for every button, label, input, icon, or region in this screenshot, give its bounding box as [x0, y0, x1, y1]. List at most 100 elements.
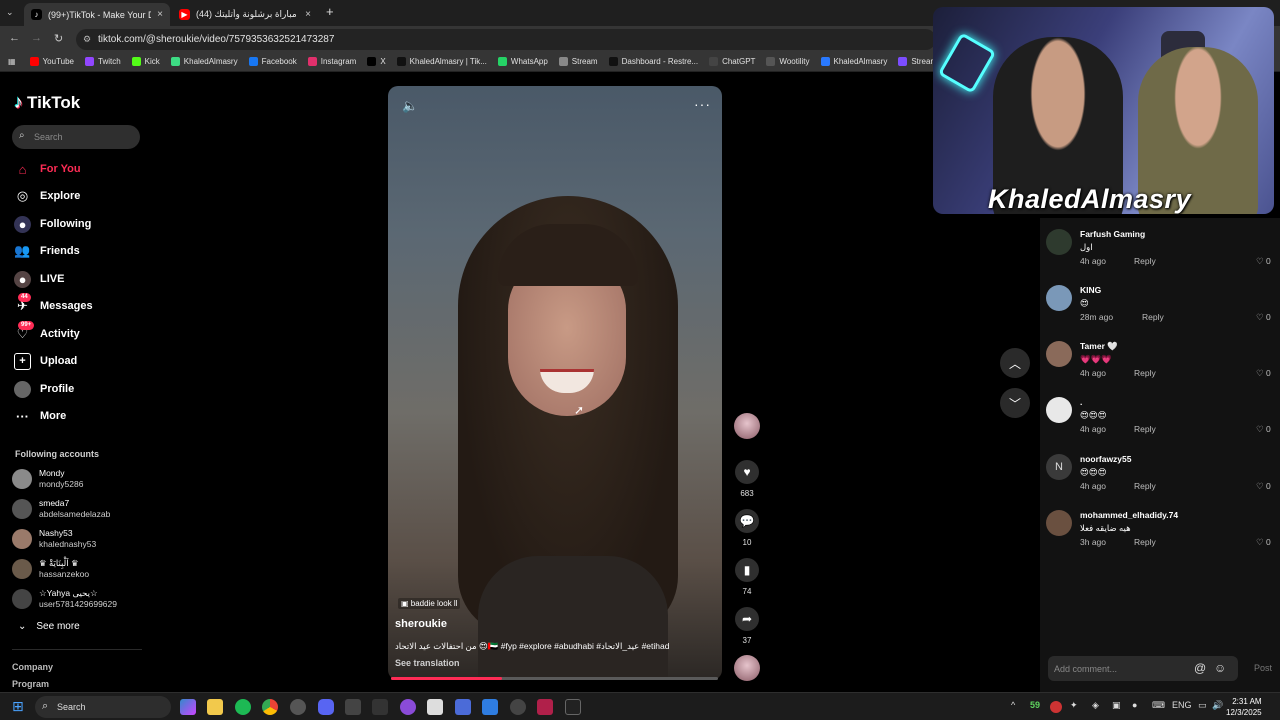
close-icon[interactable]: × — [305, 9, 311, 20]
back-icon[interactable]: ← — [9, 32, 20, 44]
video-sticker-tag[interactable]: ▣ baddie look ll — [398, 598, 461, 609]
reply-button[interactable]: Reply — [1134, 481, 1156, 491]
nav-messages[interactable]: ✈ 44 Messages — [14, 292, 93, 316]
share-button[interactable]: ➦ 37 — [733, 607, 761, 645]
apps-grid-icon[interactable]: ▦ — [8, 57, 16, 66]
nav-explore[interactable]: ◎ Explore — [14, 186, 81, 206]
post-button[interactable]: Post — [1254, 663, 1272, 673]
save-button[interactable]: ▮ 74 — [733, 558, 761, 596]
bookmark-item[interactable]: KhaledAlmasry | Tik... — [396, 57, 487, 66]
footer-link-program[interactable]: Program — [12, 679, 49, 689]
comment-like-button[interactable]: ♡ 0 — [1256, 368, 1271, 379]
forward-icon[interactable]: → — [31, 32, 42, 44]
bookmark-item[interactable]: Kick — [131, 57, 160, 66]
nav-live[interactable]: ● LIVE — [14, 269, 64, 289]
reply-button[interactable]: Reply — [1134, 368, 1156, 378]
store-icon[interactable] — [427, 699, 443, 715]
bookmark-item[interactable]: KhaledAlmasry — [820, 57, 887, 66]
tray-expand-icon[interactable]: ^ — [1011, 700, 1015, 710]
site-info-icon[interactable]: ⚙ — [83, 34, 91, 45]
new-tab-button[interactable]: + — [326, 4, 334, 19]
nav-activity[interactable]: ♡ 99+ Activity — [14, 320, 80, 344]
nav-following[interactable]: ● Following — [14, 214, 91, 234]
search-input[interactable]: ⌕ Search — [12, 125, 140, 149]
bookmark-item[interactable]: Stream — [558, 57, 598, 66]
footer-link-company[interactable]: Company — [12, 662, 53, 672]
settings-icon[interactable] — [290, 699, 306, 715]
app-icon[interactable] — [565, 699, 581, 715]
more-options-icon[interactable]: ··· — [694, 96, 711, 112]
temperature-readout[interactable]: 59 — [1030, 700, 1040, 710]
app-icon[interactable] — [510, 699, 526, 715]
comment-author[interactable]: Farfush Gaming — [1080, 229, 1145, 239]
spotify-icon[interactable] — [235, 699, 251, 715]
reload-icon[interactable]: ↻ — [54, 32, 63, 45]
app-icon[interactable] — [400, 699, 416, 715]
bookmark-item[interactable]: Twitch — [85, 57, 121, 66]
sound-avatar[interactable] — [734, 655, 760, 681]
gaming-icon[interactable] — [455, 699, 471, 715]
volume-icon[interactable]: 🔊 — [1212, 700, 1223, 711]
avatar[interactable]: N — [1046, 454, 1072, 480]
discord-icon[interactable] — [318, 699, 334, 715]
like-button[interactable]: ♥ 683 — [733, 460, 761, 498]
following-account[interactable]: ♛ اَلْبِنَايَةْ ♛ hassanzekoo — [12, 556, 89, 582]
url-bar[interactable]: ⚙ tiktok.com/@sheroukie/video/7579353632… — [76, 29, 936, 50]
comment-author[interactable]: noorfawzy55 — [1080, 454, 1132, 464]
app-icon[interactable] — [537, 699, 553, 715]
tray-app-icon[interactable]: ▣ — [1112, 700, 1121, 711]
avatar[interactable] — [1046, 341, 1072, 367]
previous-video-button[interactable]: ︿ — [1000, 348, 1030, 378]
tray-app-icon[interactable]: ✦ — [1070, 700, 1078, 711]
tray-app-icon[interactable] — [1050, 701, 1062, 713]
following-account[interactable]: Nashy53 khalednashy53 — [12, 526, 96, 552]
comment-button[interactable]: 💬 10 — [733, 509, 761, 547]
bookmark-item[interactable]: Facebook — [248, 57, 297, 66]
bookmark-item[interactable]: KhaledAlmasry — [170, 57, 238, 66]
add-comment-input[interactable]: Add comment... @ ☺ — [1048, 656, 1238, 681]
nav-profile[interactable]: Profile — [14, 379, 74, 399]
reply-button[interactable]: Reply — [1134, 424, 1156, 434]
bookmark-item[interactable]: ChatGPT — [709, 57, 755, 66]
copilot-icon[interactable] — [180, 699, 196, 715]
avatar[interactable] — [1046, 229, 1072, 255]
app-icon[interactable] — [372, 699, 388, 715]
see-more-button[interactable]: ⌄ See more — [18, 621, 80, 632]
tab-tiktok[interactable]: ♪ (99+)TikTok - Make Your Day × — [24, 3, 170, 26]
chrome-icon[interactable] — [262, 699, 278, 715]
comment-author[interactable]: mohammed_elhadidy.74 — [1080, 510, 1178, 520]
volume-icon[interactable]: 🔈 — [402, 98, 418, 114]
see-translation-link[interactable]: See translation — [395, 658, 460, 668]
reply-button[interactable]: Reply — [1134, 256, 1156, 266]
language-indicator[interactable]: ENG — [1172, 700, 1192, 710]
bookmark-item[interactable]: Dashboard - Restre... — [608, 57, 698, 66]
comment-like-button[interactable]: ♡ 0 — [1256, 424, 1271, 435]
avatar[interactable] — [1046, 285, 1072, 311]
creator-avatar[interactable] — [734, 413, 760, 439]
video-progress-bar[interactable] — [391, 677, 718, 680]
comment-author[interactable]: KING — [1080, 285, 1101, 295]
tray-app-icon[interactable]: ◈ — [1092, 700, 1099, 711]
tab-youtube[interactable]: ▶ (44) ملخص مباراة برشلونة وأتليتك × — [172, 3, 318, 26]
avatar[interactable] — [1046, 397, 1072, 423]
following-account[interactable]: Mondy mondy5286 — [12, 466, 83, 492]
system-clock[interactable]: 2:31 AM 12/3/2025 — [1226, 696, 1262, 718]
next-video-button[interactable]: ﹀ — [1000, 388, 1030, 418]
nav-friends[interactable]: 👥 Friends — [14, 241, 79, 261]
following-account[interactable]: smeda7 abdelsamedelazab — [12, 496, 110, 522]
reply-button[interactable]: Reply — [1142, 312, 1164, 322]
bookmark-item[interactable]: Wootility — [766, 57, 810, 66]
comment-like-button[interactable]: ♡ 0 — [1256, 312, 1271, 323]
bookmark-item[interactable]: Instagram — [307, 57, 356, 66]
avatar[interactable] — [1046, 510, 1072, 536]
mention-icon[interactable]: @ — [1194, 661, 1206, 675]
comment-like-button[interactable]: ♡ 0 — [1256, 537, 1271, 548]
tiktok-logo[interactable]: ♪ TikTok — [14, 92, 80, 113]
file-explorer-icon[interactable] — [207, 699, 223, 715]
video-player[interactable] — [388, 86, 722, 680]
comment-author[interactable]: . — [1080, 397, 1082, 407]
following-account[interactable]: ☆Yahya يحيى☆ user5781429699629 — [12, 586, 117, 612]
bookmark-item[interactable]: YouTube — [29, 57, 74, 66]
bookmark-item[interactable]: X — [367, 57, 386, 66]
app-icon[interactable] — [345, 699, 361, 715]
